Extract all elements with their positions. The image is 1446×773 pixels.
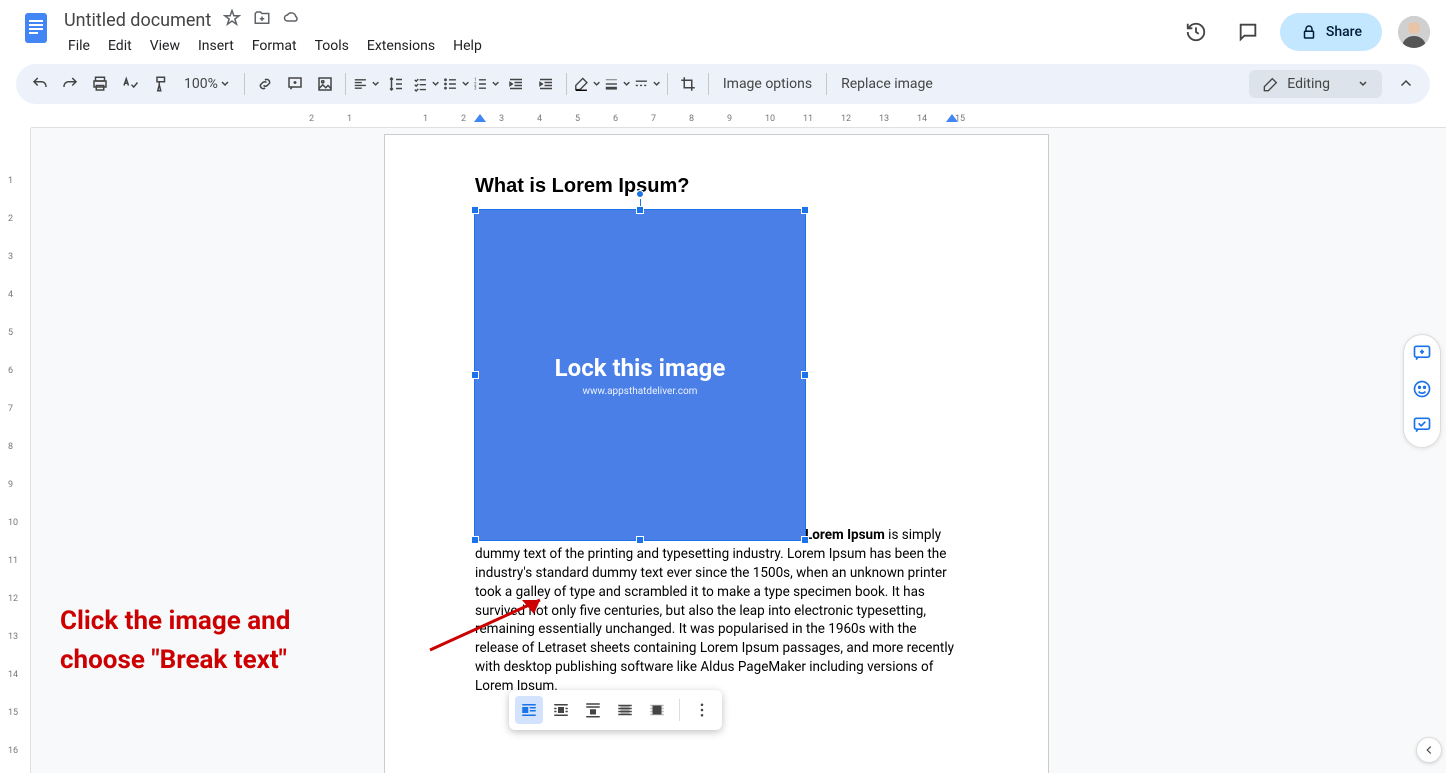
numbered-list-dropdown[interactable]: 123 bbox=[472, 70, 500, 98]
suggest-edits-button[interactable] bbox=[1412, 415, 1432, 439]
border-color-dropdown[interactable] bbox=[573, 70, 601, 98]
zoom-dropdown[interactable]: 100% bbox=[176, 72, 238, 96]
toolbar-container: 100% 123 Image options Replace image Edi… bbox=[0, 64, 1446, 112]
wrap-inline-button[interactable] bbox=[515, 696, 543, 724]
insert-comment-button[interactable] bbox=[281, 70, 309, 98]
menubar: File Edit View Insert Format Tools Exten… bbox=[60, 34, 1176, 58]
paint-format-button[interactable] bbox=[146, 70, 174, 98]
editing-mode-dropdown[interactable]: Editing bbox=[1249, 70, 1382, 98]
doc-title[interactable]: Untitled document bbox=[60, 8, 215, 33]
resize-handle-mr[interactable] bbox=[801, 371, 809, 379]
body-paragraph[interactable]: Lorem Ipsum is simply dummy text of the … bbox=[475, 526, 958, 696]
wrap-more-button[interactable] bbox=[688, 696, 716, 724]
line-spacing-dropdown[interactable] bbox=[382, 70, 410, 98]
first-line-indent-marker[interactable] bbox=[474, 114, 486, 126]
replace-image-dropdown[interactable]: Replace image bbox=[833, 72, 941, 96]
collapse-toolbar-button[interactable] bbox=[1392, 70, 1420, 98]
resize-handle-tr[interactable] bbox=[801, 206, 809, 214]
behind-text-button[interactable] bbox=[611, 696, 639, 724]
menu-view[interactable]: View bbox=[142, 34, 188, 58]
in-front-text-button[interactable] bbox=[643, 696, 671, 724]
redo-button[interactable] bbox=[56, 70, 84, 98]
lock-icon bbox=[1300, 23, 1318, 41]
move-icon[interactable] bbox=[253, 9, 271, 31]
insert-link-button[interactable] bbox=[251, 70, 279, 98]
docs-logo[interactable] bbox=[16, 8, 56, 48]
image-subtext: www.appsthatdeliver.com bbox=[583, 386, 698, 397]
explore-button[interactable] bbox=[1416, 737, 1442, 763]
undo-button[interactable] bbox=[26, 70, 54, 98]
star-icon[interactable] bbox=[223, 9, 241, 31]
menu-help[interactable]: Help bbox=[445, 34, 490, 58]
add-emoji-button[interactable] bbox=[1412, 379, 1432, 403]
resize-handle-ml[interactable] bbox=[471, 371, 479, 379]
resize-handle-tm[interactable] bbox=[636, 206, 644, 214]
comment-side-pill bbox=[1403, 334, 1441, 448]
menu-insert[interactable]: Insert bbox=[190, 34, 242, 58]
border-dash-dropdown[interactable] bbox=[633, 70, 661, 98]
rotation-handle[interactable] bbox=[636, 190, 644, 198]
border-weight-dropdown[interactable] bbox=[603, 70, 631, 98]
menu-file[interactable]: File bbox=[60, 34, 98, 58]
menu-edit[interactable]: Edit bbox=[100, 34, 140, 58]
resize-handle-bl[interactable] bbox=[471, 536, 479, 544]
increase-indent-button[interactable] bbox=[532, 70, 560, 98]
account-avatar[interactable] bbox=[1398, 16, 1430, 48]
vertical-ruler[interactable]: 12345678910111213141516 bbox=[0, 128, 31, 773]
image-options-button[interactable]: Image options bbox=[715, 72, 820, 96]
resize-handle-bm[interactable] bbox=[636, 536, 644, 544]
document-page[interactable]: What is Lorem Ipsum? Lock this image www… bbox=[384, 134, 1049, 773]
insert-image-button[interactable] bbox=[311, 70, 339, 98]
menu-extensions[interactable]: Extensions bbox=[359, 34, 443, 58]
print-button[interactable] bbox=[86, 70, 114, 98]
decrease-indent-button[interactable] bbox=[502, 70, 530, 98]
align-dropdown[interactable] bbox=[352, 70, 380, 98]
spellcheck-button[interactable] bbox=[116, 70, 144, 98]
heading[interactable]: What is Lorem Ipsum? bbox=[475, 175, 958, 198]
menu-format[interactable]: Format bbox=[244, 34, 305, 58]
menu-tools[interactable]: Tools bbox=[307, 34, 357, 58]
chevron-down-icon bbox=[1358, 79, 1368, 89]
crop-button[interactable] bbox=[674, 70, 702, 98]
share-button[interactable]: Share bbox=[1280, 13, 1382, 51]
add-comment-button[interactable] bbox=[1412, 343, 1432, 367]
selected-image[interactable]: Lock this image www.appsthatdeliver.com bbox=[475, 210, 805, 540]
image-wrap-toolbar bbox=[509, 690, 722, 730]
history-icon[interactable] bbox=[1176, 12, 1216, 52]
comments-icon[interactable] bbox=[1228, 12, 1268, 52]
share-label: Share bbox=[1326, 24, 1362, 40]
break-text-button[interactable] bbox=[579, 696, 607, 724]
svg-text:3: 3 bbox=[474, 87, 477, 92]
cloud-status-icon[interactable] bbox=[283, 9, 301, 31]
annotation-text: Click the image and choose "Break text" bbox=[60, 602, 290, 680]
toolbar: 100% 123 Image options Replace image Edi… bbox=[16, 64, 1430, 104]
title-area: Untitled document File Edit View Insert … bbox=[60, 8, 1176, 58]
horizontal-ruler[interactable]: 21123456789101112131415 bbox=[31, 112, 1446, 128]
resize-handle-br[interactable] bbox=[801, 536, 809, 544]
resize-handle-tl[interactable] bbox=[471, 206, 479, 214]
image-text: Lock this image bbox=[555, 354, 726, 382]
app-header: Untitled document File Edit View Insert … bbox=[0, 0, 1446, 64]
checklist-dropdown[interactable] bbox=[412, 70, 440, 98]
bullet-list-dropdown[interactable] bbox=[442, 70, 470, 98]
wrap-text-button[interactable] bbox=[547, 696, 575, 724]
pencil-icon bbox=[1263, 76, 1279, 92]
